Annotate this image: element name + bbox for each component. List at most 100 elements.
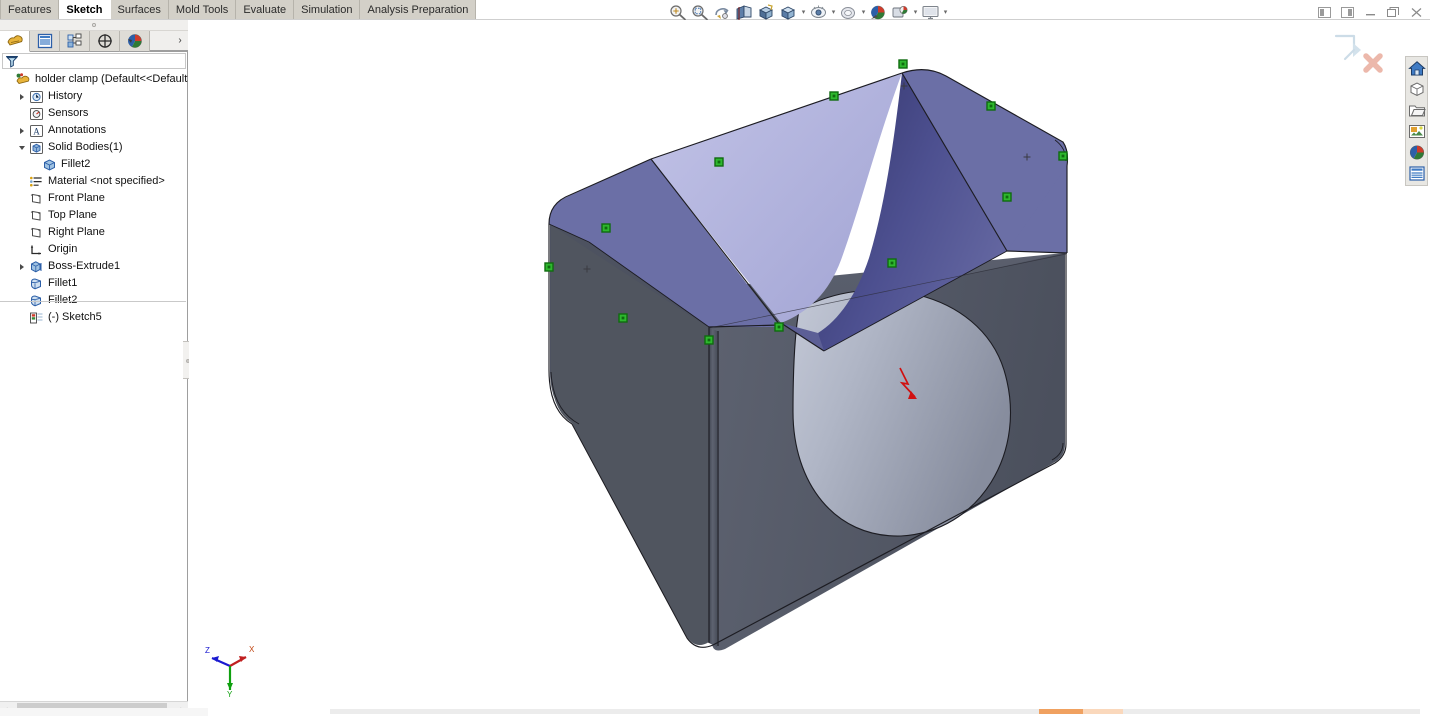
feature-manager-tab[interactable] xyxy=(0,31,30,52)
bottom-progress-track xyxy=(330,709,1420,714)
tree-expand-arrow xyxy=(15,224,28,241)
display-style-dropdown-icon[interactable]: ▾ xyxy=(800,2,807,22)
tree-item-sketch5[interactable]: (-) Sketch5 xyxy=(0,309,188,326)
feature-manager-tabrow: › xyxy=(0,31,188,52)
extrude-icon xyxy=(28,259,45,275)
tree-item-history[interactable]: History xyxy=(0,88,188,105)
plane-icon xyxy=(28,191,45,207)
tree-item-right-plane[interactable]: Right Plane xyxy=(0,224,188,241)
sketch-point[interactable] xyxy=(898,59,908,69)
display-manager-tab[interactable] xyxy=(120,31,150,52)
tree-divider xyxy=(0,301,186,302)
display-manager-dropdown-icon[interactable]: ▾ xyxy=(942,2,949,22)
feature-manager-panel: › holder clamp (Default<<Default>_Displa… xyxy=(0,20,188,716)
bottom-progress-fill-faded xyxy=(1083,709,1123,714)
restore-left-icon[interactable] xyxy=(1317,5,1332,20)
plane-icon xyxy=(28,225,45,241)
view-settings-dropdown-icon[interactable]: ▾ xyxy=(912,2,919,22)
cad-model-3d[interactable] xyxy=(189,20,1430,716)
tree-expand-arrow xyxy=(15,190,28,207)
home-icon[interactable] xyxy=(1406,58,1427,79)
cancel-x-icon[interactable] xyxy=(1363,53,1383,73)
sketch-point[interactable] xyxy=(704,335,714,345)
tree-filter-input[interactable] xyxy=(2,53,186,69)
tab-mold-tools[interactable]: Mold Tools xyxy=(168,0,237,19)
tree-root-item[interactable]: holder clamp (Default<<Default>_Displa xyxy=(0,71,188,88)
tab-evaluate[interactable]: Evaluate xyxy=(236,0,295,19)
tree-item-origin[interactable]: Origin xyxy=(0,241,188,258)
sketch-point[interactable] xyxy=(887,258,897,268)
minimize-icon[interactable] xyxy=(1363,5,1378,20)
sketch-point[interactable] xyxy=(986,101,996,111)
sketch-point[interactable] xyxy=(601,223,611,233)
sketch-point[interactable] xyxy=(1002,192,1012,202)
solidworks-window: Features Sketch Surfaces Mold Tools Evaluate… xyxy=(0,0,1430,716)
tab-analysis-preparation[interactable]: Analysis Preparation xyxy=(360,0,477,19)
tree-item-label: Fillet1 xyxy=(48,277,78,289)
sketch-point[interactable] xyxy=(1058,151,1068,161)
sketch-point[interactable] xyxy=(774,322,784,332)
sketch-point[interactable] xyxy=(544,262,554,272)
restore-icon[interactable] xyxy=(1386,5,1401,20)
solidbodies-icon xyxy=(28,140,45,156)
decals-icon[interactable] xyxy=(1406,121,1427,142)
confirm-corner[interactable] xyxy=(1328,28,1398,78)
tree-item-fillet2[interactable]: Fillet2 xyxy=(0,156,188,173)
dimxpert-manager-tab[interactable] xyxy=(90,31,120,52)
custom-properties-icon[interactable] xyxy=(1406,163,1427,184)
edit-appearance-dropdown-icon[interactable]: ▾ xyxy=(860,2,867,22)
tab-simulation[interactable]: Simulation xyxy=(294,0,361,19)
part-icon xyxy=(15,72,32,88)
model-bore xyxy=(792,289,1012,537)
triad-y-arrow xyxy=(227,683,233,690)
tree-item-solid-bodies-1[interactable]: Solid Bodies(1) xyxy=(0,139,188,156)
tree-expand-arrow xyxy=(15,241,28,258)
tree-expand-arrow[interactable] xyxy=(15,88,28,105)
tree-item-material-not-specified[interactable]: Material <not specified> xyxy=(0,173,188,190)
sketch-point[interactable] xyxy=(714,157,724,167)
tree-item-top-plane[interactable]: Top Plane xyxy=(0,207,188,224)
feature-tree: holder clamp (Default<<Default>_Displa Hi… xyxy=(0,71,188,701)
filter-icon xyxy=(6,55,18,67)
display-pane-toolbar xyxy=(1405,56,1428,186)
tabrow-more-button[interactable]: › xyxy=(172,31,188,51)
history-icon xyxy=(28,89,45,105)
tree-expand-arrow xyxy=(15,173,28,190)
panel-grip[interactable] xyxy=(0,20,188,31)
tree-item-annotations[interactable]: A Annotations xyxy=(0,122,188,139)
tree-item-sensors[interactable]: Sensors xyxy=(0,105,188,122)
tree-item-label: Solid Bodies(1) xyxy=(48,141,123,153)
tree-expand-arrow xyxy=(28,156,41,173)
tree-item-fillet1[interactable]: Fillet1 xyxy=(0,275,188,292)
tree-item-boss-extrude1[interactable]: Boss-Extrude1 xyxy=(0,258,188,275)
folder-icon[interactable] xyxy=(1406,100,1427,121)
tab-features[interactable]: Features xyxy=(0,0,60,19)
coordinate-triad: Z X Y xyxy=(199,640,261,699)
tree-item-label: holder clamp (Default<<Default>_Displa xyxy=(35,73,188,85)
fillet-icon xyxy=(28,276,45,292)
sketch-icon xyxy=(28,310,45,326)
rotate-back-icon[interactable] xyxy=(1334,34,1361,61)
tree-expand-arrow xyxy=(2,71,15,88)
appearances-icon[interactable] xyxy=(1406,79,1427,100)
svg-text:A: A xyxy=(33,126,40,136)
tree-item-label: Fillet2 xyxy=(61,158,91,170)
tree-item-label: Top Plane xyxy=(48,209,97,221)
hide-show-items-dropdown-icon[interactable]: ▾ xyxy=(830,2,837,22)
sketch-point[interactable] xyxy=(618,313,628,323)
scenes-icon[interactable] xyxy=(1406,142,1427,163)
tree-item-front-plane[interactable]: Front Plane xyxy=(0,190,188,207)
tree-expand-arrow[interactable] xyxy=(15,139,28,156)
property-manager-tab[interactable] xyxy=(30,31,60,52)
configuration-manager-tab[interactable] xyxy=(60,31,90,52)
close-icon[interactable] xyxy=(1409,5,1424,20)
tree-expand-arrow xyxy=(15,207,28,224)
tab-sketch[interactable]: Sketch xyxy=(59,0,111,19)
restore-right-icon[interactable] xyxy=(1340,5,1355,20)
tab-surfaces[interactable]: Surfaces xyxy=(110,0,169,19)
sketch-point[interactable] xyxy=(829,91,839,101)
graphics-viewport[interactable]: Z X Y xyxy=(189,20,1430,716)
tree-item-label: Front Plane xyxy=(48,192,105,204)
tree-expand-arrow[interactable] xyxy=(15,258,28,275)
tree-expand-arrow[interactable] xyxy=(15,122,28,139)
